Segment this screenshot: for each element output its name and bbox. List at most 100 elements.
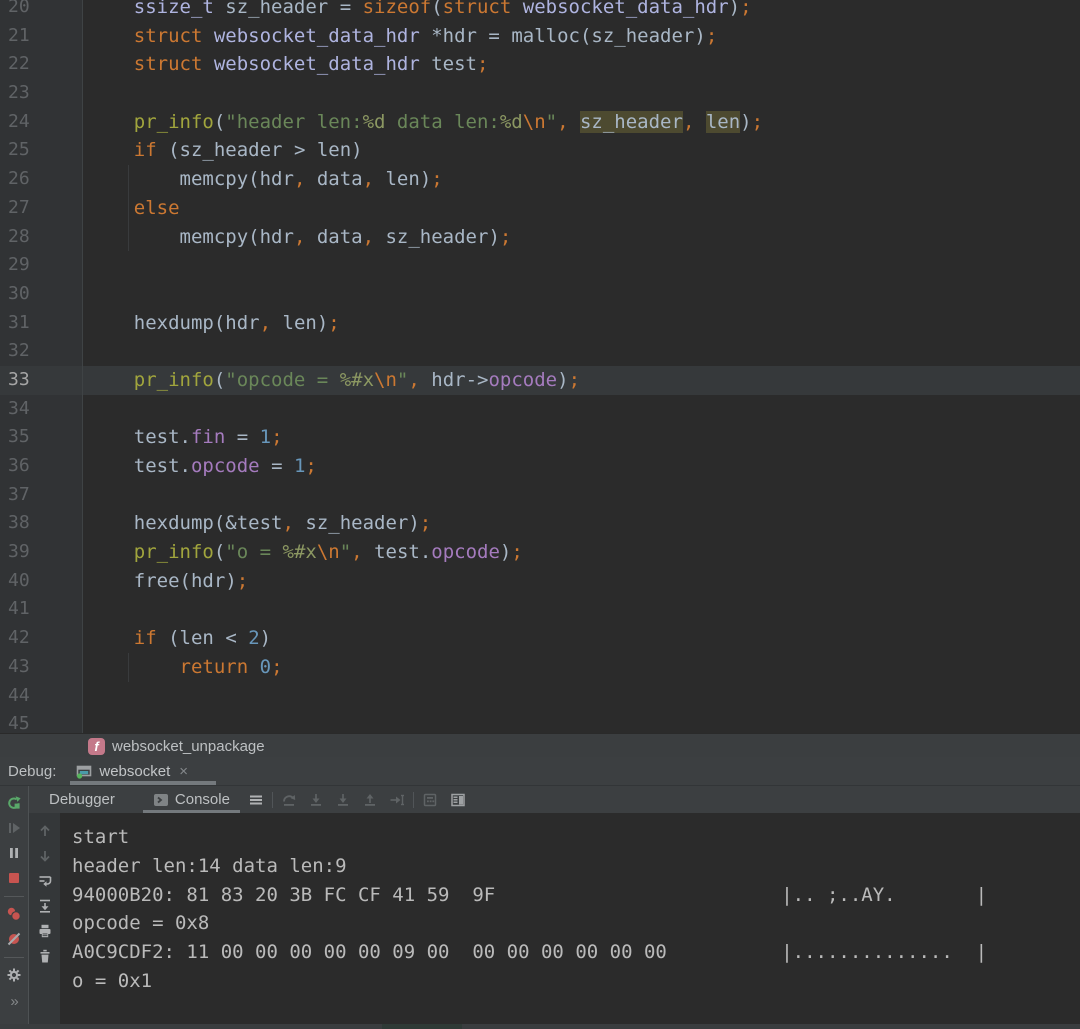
- divider: [272, 792, 273, 808]
- line-number: 20: [0, 0, 83, 22]
- editor-line-42[interactable]: 42 if (len < 2): [0, 624, 1080, 653]
- app-window-icon: [76, 763, 92, 779]
- down-arrow-icon[interactable]: [37, 848, 53, 864]
- editor-line-24[interactable]: 24 pr_info("header len:%d data len:%d\n"…: [0, 108, 1080, 137]
- up-arrow-icon[interactable]: [37, 823, 53, 839]
- line-number: 40: [0, 567, 83, 596]
- console-line: opcode = 0x8: [72, 909, 1080, 938]
- editor-line-27[interactable]: 27 else: [0, 194, 1080, 223]
- code-line-text: pr_info("o = %#x\n", test.opcode);: [83, 538, 1080, 567]
- line-number: 45: [0, 710, 83, 733]
- editor-line-21[interactable]: 21 struct websocket_data_hdr *hdr = mall…: [0, 22, 1080, 51]
- line-number: 27: [0, 194, 83, 223]
- step-over-icon[interactable]: [281, 792, 297, 808]
- editor-line-20[interactable]: 20 ssize_t sz_header = sizeof(struct web…: [0, 0, 1080, 22]
- editor-line-38[interactable]: 38 hexdump(&test, sz_header);: [0, 509, 1080, 538]
- pause-icon[interactable]: [6, 845, 22, 861]
- line-number: 36: [0, 452, 83, 481]
- code-line-text: pr_info("header len:%d data len:%d\n", s…: [83, 108, 1080, 137]
- code-line-text: [83, 710, 1080, 733]
- breadcrumb-function-label[interactable]: websocket_unpackage: [112, 738, 265, 755]
- code-line-text: test.opcode = 1;: [83, 452, 1080, 481]
- console-line: start: [72, 823, 1080, 852]
- statusbar-strip: [0, 1024, 1080, 1029]
- force-step-into-icon[interactable]: [335, 792, 351, 808]
- line-number: 41: [0, 595, 83, 624]
- editor-line-39[interactable]: 39 pr_info("o = %#x\n", test.opcode);: [0, 538, 1080, 567]
- editor-line-30[interactable]: 30: [0, 280, 1080, 309]
- resume-icon[interactable]: [6, 820, 22, 836]
- editor-line-34[interactable]: 34: [0, 395, 1080, 424]
- line-number: 28: [0, 223, 83, 252]
- session-tab-label: websocket: [99, 763, 170, 780]
- stop-icon[interactable]: [6, 870, 22, 886]
- editor-line-29[interactable]: 29: [0, 251, 1080, 280]
- run-to-cursor-icon[interactable]: [389, 792, 405, 808]
- editor-line-44[interactable]: 44: [0, 682, 1080, 711]
- line-number: 23: [0, 79, 83, 108]
- debug-controls-toolbar: »: [0, 786, 29, 1024]
- line-number: 21: [0, 22, 83, 51]
- code-line-text: [83, 280, 1080, 309]
- line-number: 42: [0, 624, 83, 653]
- debug-tabs-toolbar: Debugger Console: [29, 786, 1080, 813]
- editor-line-41[interactable]: 41: [0, 595, 1080, 624]
- code-line-text: [83, 682, 1080, 711]
- debug-session-tab[interactable]: websocket ×: [70, 757, 216, 785]
- editor-line-28[interactable]: 28 memcpy(hdr, data, sz_header);: [0, 223, 1080, 252]
- editor-line-23[interactable]: 23: [0, 79, 1080, 108]
- close-icon[interactable]: ×: [179, 763, 188, 780]
- editor-line-37[interactable]: 37: [0, 481, 1080, 510]
- divider: [4, 957, 24, 958]
- code-line-text: test.fin = 1;: [83, 423, 1080, 452]
- editor-line-36[interactable]: 36 test.opcode = 1;: [0, 452, 1080, 481]
- tab-debugger[interactable]: Debugger: [39, 786, 125, 813]
- line-number: 31: [0, 309, 83, 338]
- code-line-text: memcpy(hdr, data, len);: [83, 165, 1080, 194]
- debug-panel: » Debugger Console: [0, 786, 1080, 1024]
- step-into-icon[interactable]: [308, 792, 324, 808]
- statusbar-segment: [382, 1024, 462, 1029]
- print-icon[interactable]: [37, 923, 53, 939]
- editor-line-35[interactable]: 35 test.fin = 1;: [0, 423, 1080, 452]
- line-number: 38: [0, 509, 83, 538]
- editor-line-40[interactable]: 40 free(hdr);: [0, 567, 1080, 596]
- line-number: 44: [0, 682, 83, 711]
- editor-rows: 20 ssize_t sz_header = sizeof(struct web…: [0, 0, 1080, 733]
- code-line-text: [83, 481, 1080, 510]
- clear-console-icon[interactable]: [37, 948, 53, 964]
- console-output[interactable]: startheader len:14 data len:994000B20: 8…: [60, 813, 1080, 1024]
- console-line: header len:14 data len:9: [72, 852, 1080, 881]
- code-line-text: return 0;: [83, 653, 1080, 682]
- editor-line-31[interactable]: 31 hexdump(hdr, len);: [0, 309, 1080, 338]
- scroll-to-end-icon[interactable]: [37, 898, 53, 914]
- code-line-text: [83, 79, 1080, 108]
- restore-layout-icon[interactable]: [450, 792, 466, 808]
- console-line: A0C9CDF2: 11 00 00 00 00 00 09 00 00 00 …: [72, 938, 1080, 967]
- editor-line-26[interactable]: 26 memcpy(hdr, data, len);: [0, 165, 1080, 194]
- editor-line-43[interactable]: 43 return 0;: [0, 653, 1080, 682]
- line-number: 43: [0, 653, 83, 682]
- step-out-icon[interactable]: [362, 792, 378, 808]
- code-line-text: memcpy(hdr, data, sz_header);: [83, 223, 1080, 252]
- view-breakpoints-icon[interactable]: [6, 906, 22, 922]
- code-editor[interactable]: 20 ssize_t sz_header = sizeof(struct web…: [0, 0, 1080, 733]
- rerun-icon[interactable]: [6, 795, 22, 811]
- editor-line-22[interactable]: 22 struct websocket_data_hdr test;: [0, 50, 1080, 79]
- editor-line-33[interactable]: 33 pr_info("opcode = %#x\n", hdr->opcode…: [0, 366, 1080, 395]
- tab-console-label: Console: [175, 791, 230, 808]
- soft-wrap-icon[interactable]: [37, 873, 53, 889]
- tab-debugger-label: Debugger: [49, 791, 115, 808]
- tab-console[interactable]: Console: [143, 786, 240, 813]
- editor-line-45[interactable]: 45: [0, 710, 1080, 733]
- code-line-text: struct websocket_data_hdr *hdr = malloc(…: [83, 22, 1080, 51]
- line-number: 25: [0, 136, 83, 165]
- mute-breakpoints-icon[interactable]: [6, 931, 22, 947]
- settings-icon[interactable]: [6, 967, 22, 983]
- evaluate-expression-icon[interactable]: [422, 792, 438, 808]
- code-line-text: [83, 595, 1080, 624]
- editor-line-25[interactable]: 25 if (sz_header > len): [0, 136, 1080, 165]
- editor-line-32[interactable]: 32: [0, 337, 1080, 366]
- hamburger-menu-icon[interactable]: [248, 792, 264, 808]
- more-chevrons[interactable]: »: [10, 993, 17, 1010]
